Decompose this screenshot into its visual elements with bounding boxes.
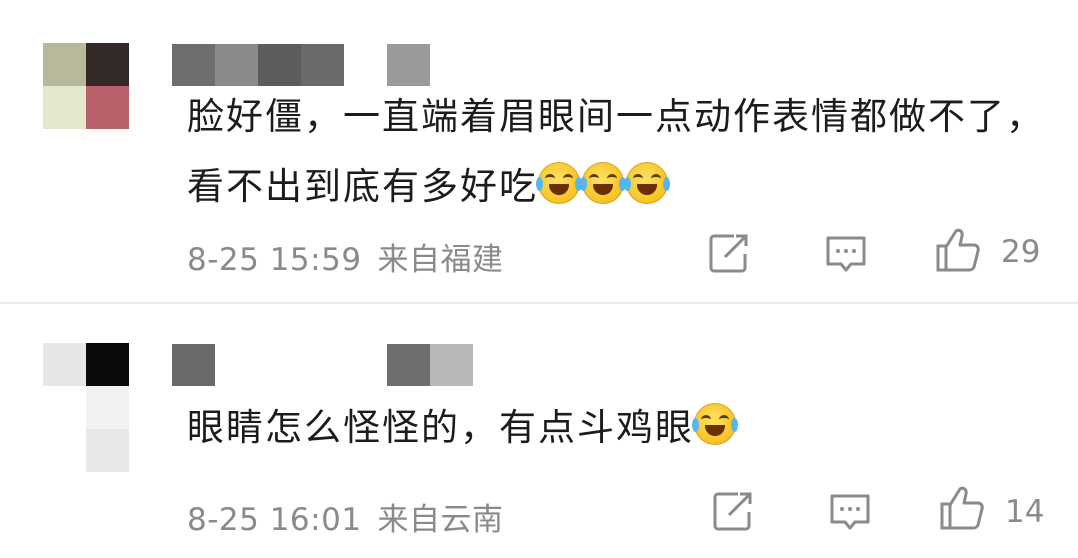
username[interactable]: [172, 44, 430, 86]
comment-icon[interactable]: [828, 492, 872, 536]
share-icon[interactable]: [712, 490, 756, 536]
comment-item: 眼睛怎么怪怪的，有点斗鸡眼 8-25 16:01 来自云南 14: [0, 300, 1078, 558]
comment-meta: 8-25 15:59 来自福建: [187, 234, 504, 279]
comment-location: 来自福建: [377, 242, 504, 278]
laughing-crying-emoji-icon: [692, 403, 738, 445]
comment-meta: 8-25 16:01 来自云南: [187, 494, 504, 539]
comment-time: 8-25 16:01: [187, 502, 362, 538]
like-count: 29: [1001, 234, 1041, 270]
like-count: 14: [1005, 494, 1045, 530]
laughing-crying-emoji-icon: [536, 162, 582, 204]
comment-text: 眼睛怎么怪怪的，有点斗鸡眼: [187, 393, 1058, 463]
comment-item: 脸好僵，一直端着眉眼间一点动作表情都做不了，看不出到底有多好吃 8-25 15:…: [0, 0, 1078, 300]
username[interactable]: [172, 344, 473, 386]
thumbs-up-icon[interactable]: [934, 226, 982, 278]
avatar[interactable]: [43, 343, 129, 472]
share-icon[interactable]: [708, 232, 752, 278]
thumbs-up-icon[interactable]: [938, 484, 986, 536]
laughing-crying-emoji-icon: [580, 162, 626, 204]
laughing-crying-emoji-icon: [624, 162, 670, 204]
comment-time: 8-25 15:59: [187, 242, 362, 278]
comment-icon[interactable]: [824, 234, 868, 278]
comment-text: 脸好僵，一直端着眉眼间一点动作表情都做不了，看不出到底有多好吃: [187, 95, 1045, 208]
comment-location: 来自云南: [377, 502, 504, 538]
avatar[interactable]: [43, 43, 129, 129]
